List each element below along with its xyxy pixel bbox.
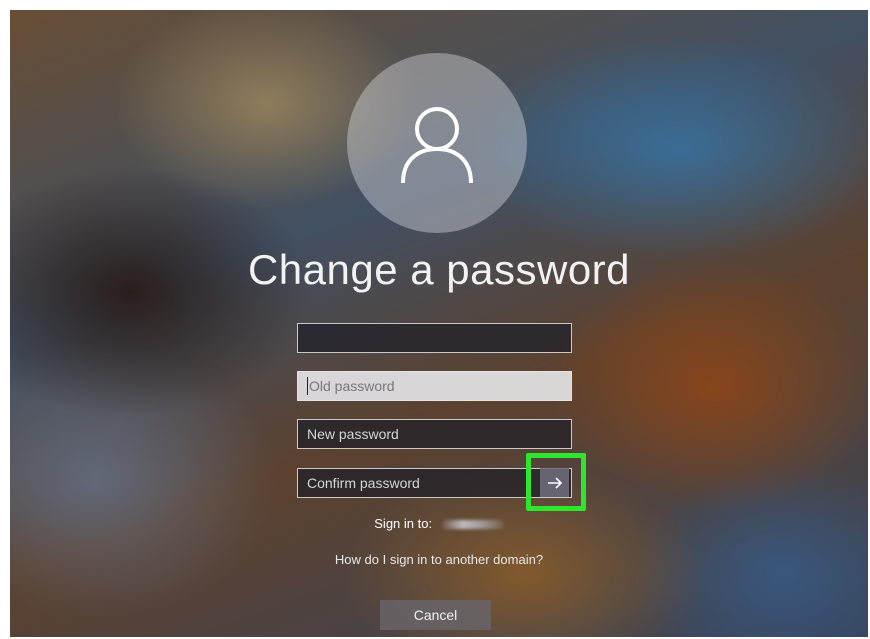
- sign-in-label: Sign in to:: [374, 516, 433, 531]
- avatar: [347, 53, 527, 233]
- username-field[interactable]: [297, 323, 572, 353]
- old-password-placeholder: Old password: [309, 378, 395, 394]
- user-icon: [401, 107, 473, 184]
- new-password-placeholder: New password: [307, 426, 399, 442]
- domain-name-redacted: [441, 520, 504, 530]
- page-title: Change a password: [247, 246, 631, 293]
- sign-in-to: Sign in to:: [10, 516, 868, 531]
- highlight-box: [526, 453, 586, 511]
- text-caret: [307, 377, 308, 395]
- old-password-field[interactable]: Old password: [297, 371, 572, 401]
- confirm-password-placeholder: Confirm password: [307, 475, 420, 491]
- lock-screen-background: Change a password Old password New passw…: [10, 10, 868, 637]
- cancel-button[interactable]: Cancel: [380, 600, 491, 630]
- new-password-field[interactable]: New password: [297, 419, 572, 449]
- another-domain-link[interactable]: How do I sign in to another domain?: [10, 552, 868, 567]
